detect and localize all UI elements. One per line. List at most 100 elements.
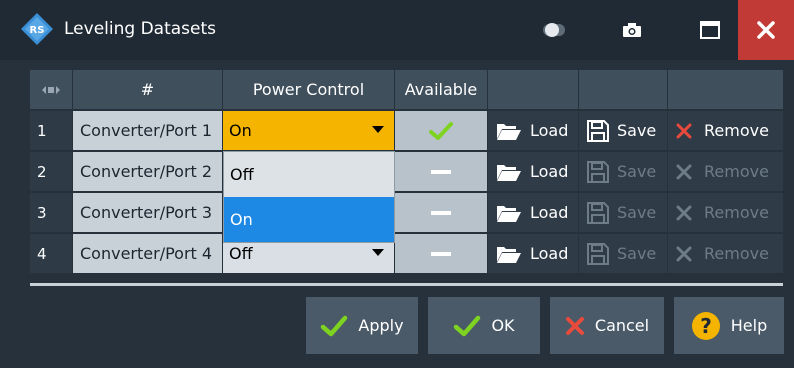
- table-row: 1 Converter/Port 1 On Load Save Remove: [30, 111, 783, 151]
- column-index-header: #: [73, 70, 222, 109]
- remove-x-icon: [676, 246, 692, 261]
- remove-label: Remove: [704, 162, 769, 181]
- load-label: Load: [530, 162, 569, 181]
- toggle-icon: [543, 23, 565, 37]
- option-on[interactable]: On: [224, 197, 394, 242]
- apply-label: Apply: [358, 316, 404, 335]
- row-index: 2: [30, 152, 72, 191]
- load-label: Load: [530, 203, 569, 222]
- save-label: Save: [617, 162, 657, 181]
- folder-open-icon: [497, 246, 521, 263]
- folder-open-icon: [497, 164, 521, 181]
- maximize-icon: [700, 21, 720, 39]
- load-label: Load: [530, 121, 569, 140]
- apply-button[interactable]: Apply: [306, 297, 418, 354]
- screenshot-button[interactable]: [604, 0, 660, 60]
- power-control-value: Off: [229, 244, 253, 263]
- table-row: 4 Converter/Port 4 Off Load Save Remove: [30, 234, 783, 274]
- camera-icon: [623, 23, 641, 37]
- maximize-button[interactable]: [682, 0, 738, 60]
- available-cell: [395, 152, 487, 191]
- rs-logo-icon: RS: [21, 13, 53, 45]
- dash-icon: [431, 169, 451, 174]
- dash-icon: [431, 251, 451, 256]
- option-off[interactable]: Off: [224, 152, 394, 197]
- cancel-button[interactable]: Cancel: [550, 297, 664, 354]
- save-icon: [587, 242, 609, 265]
- leveling-datasets-dialog: RS Leveling Datasets # Power Control Ava…: [0, 0, 794, 368]
- row-name: Converter/Port 1: [73, 111, 222, 150]
- help-button[interactable]: ? Help: [674, 297, 784, 354]
- folder-open-icon: [497, 205, 521, 222]
- available-cell: [395, 111, 487, 150]
- divider: [30, 283, 783, 286]
- remove-label: Remove: [704, 203, 769, 222]
- table-row: 2 Converter/Port 2 Load Save Remove: [30, 152, 783, 192]
- save-icon: [587, 201, 609, 224]
- save-label: Save: [617, 121, 657, 140]
- power-control-dropdown[interactable]: On: [223, 111, 394, 150]
- save-icon: [587, 119, 609, 142]
- cancel-label: Cancel: [594, 316, 650, 335]
- available-cell: [395, 234, 487, 273]
- remove-label: Remove: [704, 244, 769, 263]
- check-icon: [321, 315, 348, 336]
- chevron-down-icon: [372, 126, 384, 133]
- cancel-x-icon: [565, 316, 584, 335]
- window-title: Leveling Datasets: [64, 19, 216, 39]
- help-label: Help: [730, 316, 768, 335]
- column-save-header: [579, 70, 667, 109]
- save-button[interactable]: Save: [579, 111, 667, 150]
- power-control-options-list: Off On: [223, 151, 395, 243]
- table-row: 3 Converter/Port 3 Load Save Remove: [30, 193, 783, 233]
- row-index: 4: [30, 234, 72, 273]
- remove-x-icon: [676, 205, 692, 220]
- load-button[interactable]: Load: [488, 152, 578, 191]
- check-icon: [454, 315, 481, 336]
- load-label: Load: [530, 244, 569, 263]
- close-button[interactable]: [738, 0, 794, 60]
- save-label: Save: [617, 244, 657, 263]
- check-icon: [429, 121, 453, 140]
- title-bar: RS Leveling Datasets: [0, 0, 794, 60]
- load-button[interactable]: Load: [488, 111, 578, 150]
- load-button[interactable]: Load: [488, 193, 578, 232]
- save-button[interactable]: Save: [579, 193, 667, 232]
- column-load-header: [488, 70, 578, 109]
- column-resize-icon: [42, 85, 60, 94]
- column-nav-header[interactable]: [30, 70, 72, 109]
- row-index: 1: [30, 111, 72, 150]
- remove-x-icon: [676, 123, 692, 138]
- save-button[interactable]: Save: [579, 152, 667, 191]
- close-icon: [757, 21, 775, 39]
- column-remove-header: [668, 70, 783, 109]
- row-name: Converter/Port 4: [73, 234, 222, 273]
- save-icon: [587, 160, 609, 183]
- available-cell: [395, 193, 487, 232]
- svg-text:RS: RS: [30, 25, 45, 36]
- row-index: 3: [30, 193, 72, 232]
- svg-text:?: ?: [700, 314, 712, 338]
- save-button[interactable]: Save: [579, 234, 667, 273]
- chevron-down-icon: [372, 249, 384, 256]
- row-name: Converter/Port 3: [73, 193, 222, 232]
- folder-open-icon: [497, 123, 521, 140]
- remove-button[interactable]: Remove: [668, 152, 783, 191]
- dash-icon: [431, 210, 451, 215]
- load-button[interactable]: Load: [488, 234, 578, 273]
- toggle-button[interactable]: [528, 0, 584, 60]
- column-power-control-header: Power Control: [223, 70, 394, 109]
- help-icon: ?: [691, 311, 720, 340]
- table-header-row: # Power Control Available: [30, 70, 783, 110]
- remove-button[interactable]: Remove: [668, 111, 783, 150]
- remove-label: Remove: [704, 121, 769, 140]
- save-label: Save: [617, 203, 657, 222]
- ok-label: OK: [491, 316, 515, 335]
- row-name: Converter/Port 2: [73, 152, 222, 191]
- power-control-value: On: [229, 121, 252, 140]
- remove-button[interactable]: Remove: [668, 193, 783, 232]
- remove-x-icon: [676, 164, 692, 179]
- remove-button[interactable]: Remove: [668, 234, 783, 273]
- ok-button[interactable]: OK: [428, 297, 540, 354]
- column-available-header: Available: [395, 70, 487, 109]
